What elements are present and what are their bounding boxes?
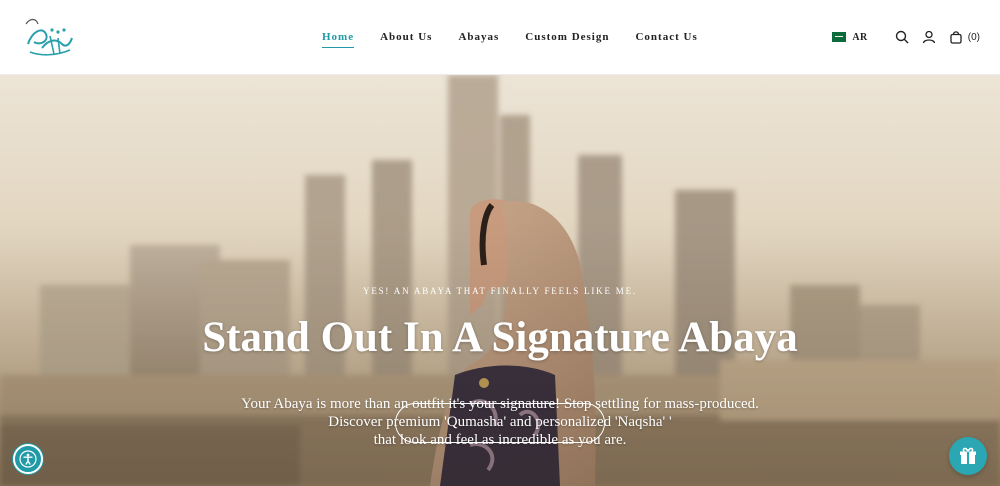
nav-about-us[interactable]: About Us (380, 30, 432, 48)
nav-home[interactable]: Home (322, 30, 355, 48)
nav-custom-design[interactable]: Custom Design (525, 30, 609, 48)
cart-count: (0) (967, 31, 980, 43)
nav-abayas[interactable]: Abayas (458, 30, 499, 48)
hero-headline: Stand Out In A Signature Abaya (202, 314, 798, 361)
accessibility-icon[interactable] (13, 444, 43, 474)
search-icon[interactable] (893, 28, 911, 46)
language-switcher[interactable]: AR (832, 32, 867, 43)
nav-contact-us[interactable]: Contact Us (635, 30, 697, 48)
language-label: AR (852, 31, 868, 43)
site-header: Home About Us Abayas Custom Design Conta… (0, 0, 1000, 75)
main-nav: Home About Us Abayas Custom Design Conta… (322, 30, 724, 48)
hero-cta-button[interactable] (395, 403, 605, 443)
hero-eyebrow: YES! AN ABAYA THAT FINALLY FEELS LIKE ME… (363, 286, 637, 296)
user-icon[interactable] (920, 28, 938, 46)
calligraphy-logo[interactable] (22, 14, 76, 60)
header-utilities: AR (0) (832, 28, 980, 46)
gift-icon[interactable] (949, 437, 987, 475)
saudi-flag-icon (832, 32, 847, 42)
cart-icon[interactable] (947, 28, 965, 46)
